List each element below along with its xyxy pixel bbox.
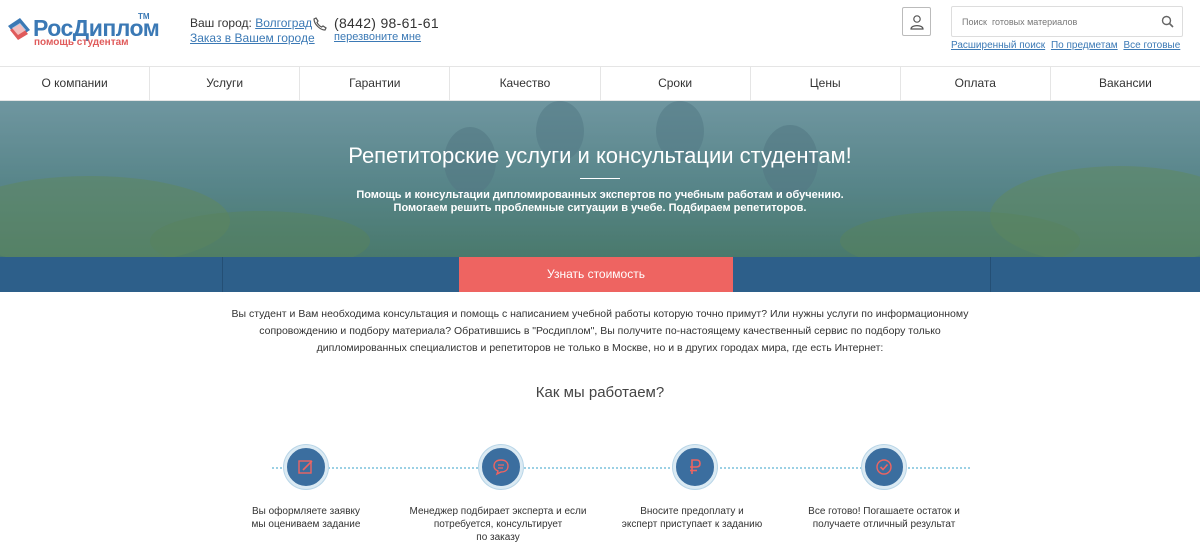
logo-trademark: TM [138,12,150,21]
nav-item-services[interactable]: Услуги [150,67,301,100]
step-3-circle [673,445,717,489]
user-icon [910,15,924,30]
intro-line-1: Вы студент и Вам необходима консультация… [231,308,969,320]
all-ready-link[interactable]: Все готовые [1123,40,1180,51]
check-icon [876,459,892,475]
intro-line-2: сопровождению и подбору материала? Обрат… [259,325,941,337]
phone-icon [313,17,327,31]
hero-description: Помощь и консультации дипломированных эк… [0,189,1200,215]
step-1-text: Вы оформляете заявку мы оцениваем задани… [216,505,396,531]
step-1-line-1: Вы оформляете заявку [251,506,361,517]
account-button[interactable] [902,7,931,36]
step-2-text: Менеджер подбирает эксперта и если потре… [408,505,588,544]
city-link[interactable]: Волгоград [255,16,312,30]
city-label: Ваш город: [190,16,252,30]
hero-divider [580,178,620,179]
step-3-line-2: эксперт приступает к заданию [621,519,763,530]
step-1-circle [284,445,328,489]
search-box [951,6,1183,37]
step-2-line-3: по заказу [476,532,520,543]
hero-title: Репетиторские услуги и консультации студ… [348,143,852,168]
nav-item-about[interactable]: О компании [0,67,151,100]
edit-icon [298,460,313,474]
step-4-text: Все готово! Погашаете остаток и получает… [794,505,974,531]
nav-item-payment[interactable]: Оплата [901,67,1051,100]
phone-number[interactable]: (8442) 98-61-61 [334,15,439,31]
by-subject-link[interactable]: По предметам [1051,40,1118,51]
city-selector: Ваш город: Волгоград Заказ в Вашем город… [190,16,315,46]
search-links: Расширенный поиск По предметам Все готов… [951,40,1183,51]
step-2-circle [479,445,523,489]
intro-text: Вы студент и Вам необходима консультация… [210,306,990,357]
order-in-city-link[interactable]: Заказ в Вашем городе [190,31,315,46]
ruble-icon [690,459,701,474]
search-icon[interactable] [1161,15,1174,28]
intro-line-3: дипломированных специалистов и репетитор… [316,342,884,354]
nav-item-vacancies[interactable]: Вакансии [1051,67,1200,100]
step-2-line-2: потребуется, консультирует [433,519,563,530]
get-price-button[interactable]: Узнать стоимость [459,257,733,292]
logo-subtitle: помощь студентам [34,37,129,48]
hero-background-image [0,101,1200,257]
step-4-circle [862,445,906,489]
nav-item-guarantees[interactable]: Гарантии [300,67,451,100]
advanced-search-link[interactable]: Расширенный поиск [951,40,1045,51]
nav-item-prices[interactable]: Цены [751,67,901,100]
hero-line-1: Помощь и консультации дипломированных эк… [356,189,844,201]
chat-icon [493,459,509,476]
step-2-line-1: Менеджер подбирает эксперта и если [409,506,587,517]
search-input[interactable] [962,14,1152,30]
main-nav: О компании Услуги Гарантии Качество Срок… [0,66,1200,101]
site-header: РосДиплом TM помощь студентам Ваш город:… [0,0,1200,66]
nav-item-terms[interactable]: Сроки [601,67,751,100]
hero-banner: Репетиторские услуги и консультации студ… [0,101,1200,257]
step-4-line-2: получаете отличный результат [812,519,956,530]
band-divider [222,257,223,292]
nav-item-quality[interactable]: Качество [450,67,601,100]
step-1-line-2: мы оцениваем задание [251,519,361,530]
band-divider [990,257,991,292]
how-we-work-title: Как мы работаем? [535,384,665,401]
step-4-line-1: Все готово! Погашаете остаток и [808,506,960,517]
callback-link[interactable]: перезвоните мне [334,31,421,43]
logo[interactable]: РосДиплом TM помощь студентам [6,12,160,52]
hero-line-2: Помогаем решить проблемные ситуации в уч… [393,202,807,214]
logo-diploma-icon [8,18,30,40]
step-3-text: Вносите предоплату и эксперт приступает … [602,505,782,531]
step-3-line-1: Вносите предоплату и [640,506,744,517]
